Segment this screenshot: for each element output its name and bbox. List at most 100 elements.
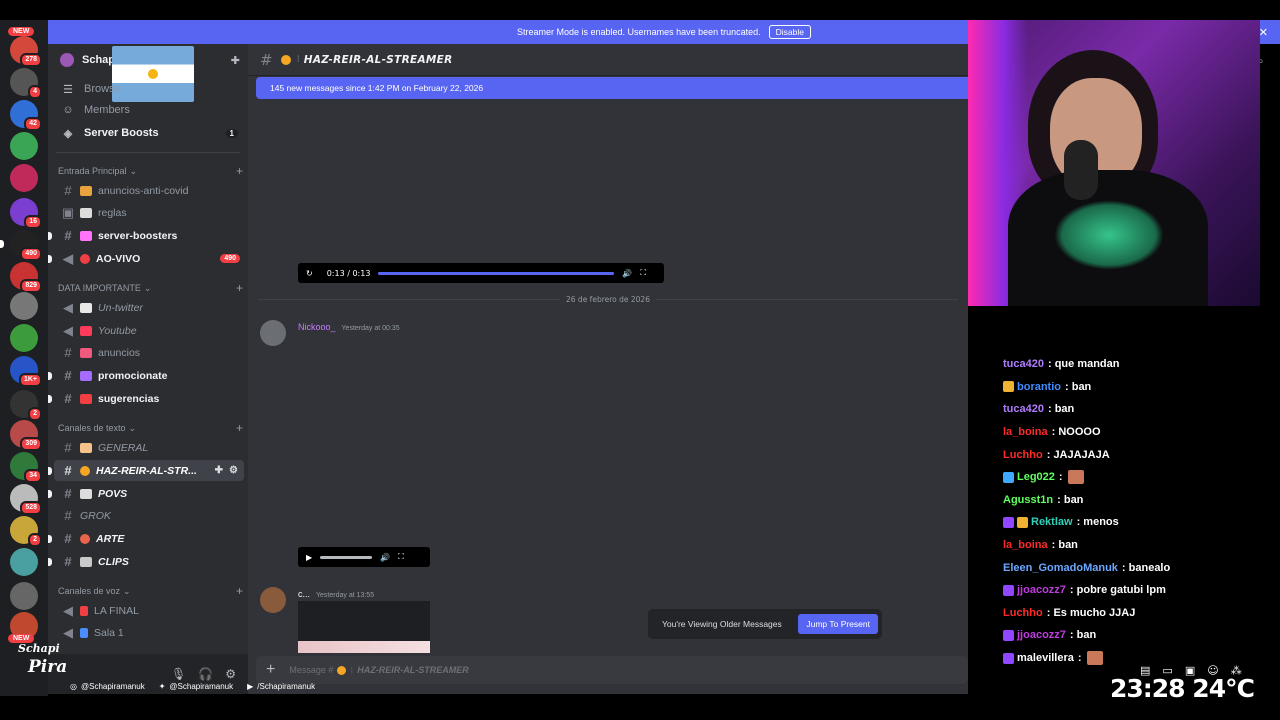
channel-ao-vivo[interactable]: ◀ AO-VIVO 490	[48, 248, 244, 269]
channel-anuncios-anti-covid[interactable]: # anuncios-anti-covid	[54, 180, 244, 201]
voice-la-final[interactable]: ◀ LA FINAL	[54, 600, 244, 621]
server-icon[interactable]: 528	[10, 484, 42, 515]
server-icon[interactable]	[10, 582, 38, 610]
clock-time: 23:28	[1110, 674, 1186, 703]
replay-icon[interactable]: ↻	[306, 269, 313, 278]
category-data-importante[interactable]: DATA IMPORTANTE ⌄ +	[58, 280, 243, 296]
add-channel-icon[interactable]: +	[236, 584, 243, 598]
add-attachment-icon[interactable]: +	[266, 661, 275, 679]
chat-text: : pobre gatubi lpm	[1069, 584, 1166, 597]
add-channel-icon[interactable]: +	[236, 421, 243, 435]
invite-icon[interactable]: ✚	[215, 465, 223, 476]
channel-un-twitter[interactable]: ◀ Un-twitter	[54, 297, 244, 318]
channel-promocionate[interactable]: # promocionate	[48, 365, 244, 386]
message-author[interactable]: Nickooo_	[298, 322, 336, 332]
message-author[interactable]: c...	[298, 589, 310, 599]
settings-gear-icon[interactable]: ⚙	[229, 465, 238, 476]
server-mention-badge: 1K+	[18, 373, 42, 387]
new-messages-bar[interactable]: 145 new messages since 1:42 PM on Februa…	[256, 77, 968, 99]
headphones-icon[interactable]: 🎧	[198, 667, 213, 681]
user-settings-gear-icon[interactable]: ⚙	[225, 667, 236, 681]
close-icon[interactable]: ✕	[1259, 26, 1268, 39]
avatar[interactable]	[260, 587, 286, 613]
volume-icon[interactable]: 🔊	[380, 553, 390, 562]
shirt-graphic	[1054, 200, 1164, 270]
server-icon[interactable]: 1K+	[10, 356, 42, 387]
server-icon[interactable]: 2	[10, 516, 42, 547]
mention-badge: 490	[220, 254, 240, 263]
server-icon[interactable]: 278	[10, 36, 42, 67]
channel-server-boosters[interactable]: # server-boosters	[48, 225, 244, 246]
channel-grok[interactable]: # GROK	[54, 505, 244, 526]
video-player-1: ↻ 0:13 / 0:13 🔊 ⛶	[298, 263, 664, 283]
hash-icon: #	[64, 440, 72, 455]
jump-to-present-button[interactable]: Jump To Present	[798, 614, 878, 634]
twitter-text: @Schapiramanuk	[169, 682, 234, 691]
main-chat-area: # ⁝ HAZ-REIR-AL-STREAMER 145 new message…	[248, 44, 968, 694]
chat-username: jjoacozz7	[1017, 584, 1066, 597]
volume-icon[interactable]: 🔊	[622, 269, 632, 278]
chat-username: la_boina	[1003, 426, 1048, 439]
chat-badge-icon	[1017, 516, 1028, 528]
server-icon[interactable]: 42	[10, 100, 42, 131]
message-composer[interactable]: + Message # ⁝ HAZ-REIR-AL-STREAMER	[256, 656, 968, 684]
add-channel-icon[interactable]: +	[236, 281, 243, 295]
server-icon[interactable]: 4	[10, 68, 42, 99]
channel-sugerencias[interactable]: # sugerencias	[48, 388, 244, 409]
channel-povs[interactable]: # POVS	[48, 483, 244, 504]
video-progress-track[interactable]	[378, 271, 615, 275]
channel-anuncios[interactable]: # anuncios	[54, 342, 244, 363]
hash-icon: #	[260, 50, 273, 69]
avatar[interactable]	[260, 320, 286, 346]
browse-channels-item[interactable]: ☰ Browse	[48, 78, 248, 100]
channel-arte[interactable]: # ARTE	[48, 528, 244, 549]
channel-reglas[interactable]: ▣ reglas	[54, 202, 244, 223]
add-member-icon[interactable]: ✚	[231, 54, 240, 67]
chat-username: jjoacozz7	[1017, 629, 1066, 642]
server-icon[interactable]: 16	[10, 198, 42, 229]
twitter-handle: ✦ @Schapiramanuk	[159, 682, 233, 691]
server-icon[interactable]	[10, 132, 38, 160]
server-boosts-item[interactable]: ◈ Server Boosts 1	[48, 122, 248, 144]
phone-emoji-icon	[80, 393, 92, 404]
category-canales-de-voz[interactable]: Canales de voz ⌄ +	[58, 583, 243, 599]
video-progress-track[interactable]	[320, 555, 373, 559]
chat-text: : ban	[1047, 403, 1075, 416]
channel-label: anuncios	[98, 346, 141, 359]
channel-haz-reir-al-streamer[interactable]: # HAZ-REIR-AL-STR... ✚ ⚙	[48, 460, 244, 481]
server-icon[interactable]	[10, 164, 38, 192]
image-attachment[interactable]	[298, 601, 430, 653]
server-icon[interactable]: 309	[10, 420, 42, 451]
category-canales-de-texto[interactable]: Canales de texto ⌄ +	[58, 420, 243, 436]
message-timestamp: Yesterday at 13:55	[316, 592, 375, 599]
chat-text: : ban	[1051, 539, 1078, 552]
category-entrada-principal[interactable]: Entrada Principal ⌄ +	[58, 163, 243, 179]
message-1: Nickooo_ Yesterday at 00:35	[260, 320, 400, 346]
speaker-icon: ◀	[63, 624, 73, 640]
microphone-icon[interactable]: 🎙	[171, 667, 186, 681]
channel-label: Un-twitter	[98, 301, 143, 314]
server-icon[interactable]	[10, 292, 38, 320]
members-item[interactable]: ☺ Members	[48, 99, 248, 121]
server-icon[interactable]: 490	[0, 230, 42, 261]
channel-general[interactable]: # GENERAL	[54, 437, 244, 458]
chat-message: Leg022:	[998, 465, 1228, 489]
voice-sala-1[interactable]: ◀ Sala 1	[54, 622, 244, 643]
server-icon[interactable]: 34	[10, 452, 42, 483]
add-channel-icon[interactable]: +	[236, 164, 243, 178]
chat-message: tuca420: que mandan	[998, 353, 1228, 376]
channel-youtube[interactable]: ◀ Youtube	[54, 320, 244, 341]
laughing-emoji-icon	[80, 465, 90, 476]
play-icon[interactable]: ▶	[306, 553, 312, 562]
server-icon[interactable]: 829	[10, 262, 42, 293]
server-icon[interactable]	[10, 324, 38, 352]
server-icon[interactable]	[10, 548, 38, 576]
server-mention-badge: 309	[20, 437, 42, 451]
chat-text: : menos	[1076, 516, 1119, 529]
fullscreen-icon[interactable]: ⛶	[640, 268, 646, 278]
disable-streamer-mode-button[interactable]: Disable	[768, 25, 811, 39]
composer-placeholder: Message #	[289, 665, 334, 675]
channel-clips[interactable]: # CLIPS	[48, 551, 244, 572]
server-icon[interactable]: 2	[10, 390, 42, 421]
fullscreen-icon[interactable]: ⛶	[398, 552, 404, 562]
